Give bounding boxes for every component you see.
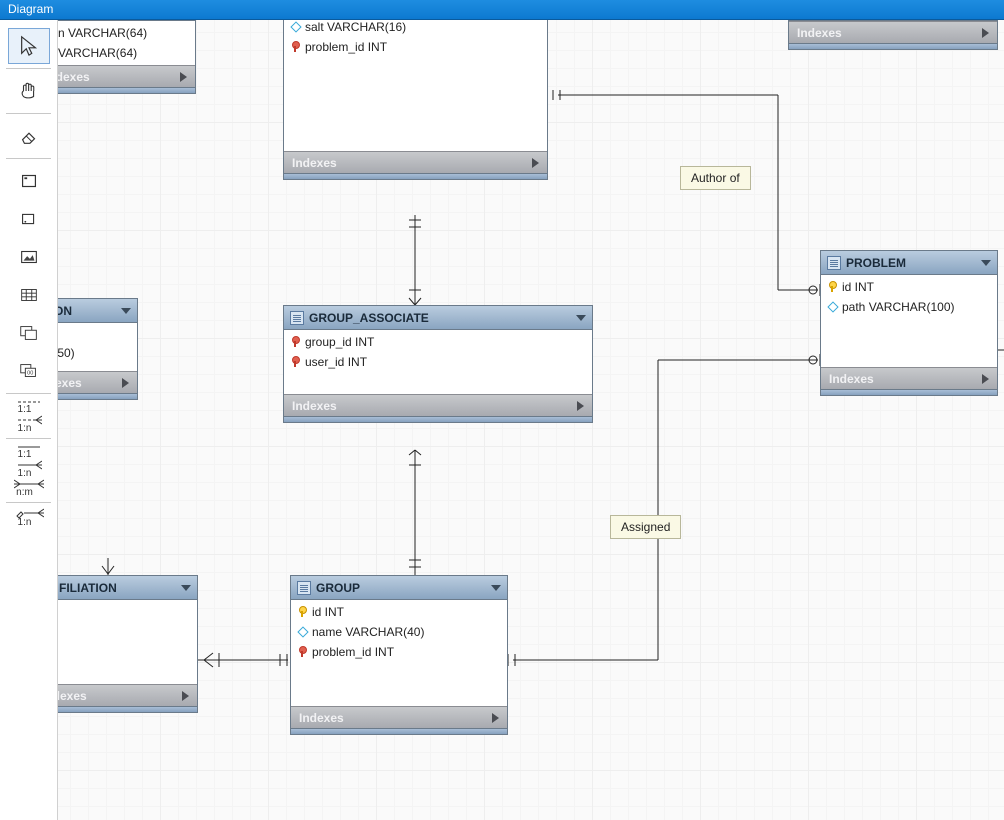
column-row: problem_id INT — [284, 37, 547, 57]
indexes-section[interactable]: Indexes — [284, 394, 592, 416]
tool-palette: 00 1:1 1:n 1:1 1:n n:m 1:n — [0, 20, 58, 820]
table-icon — [297, 581, 311, 595]
column-row: id INT — [291, 602, 507, 622]
indexes-section[interactable]: Indexes — [58, 371, 137, 393]
expand-icon — [492, 713, 499, 723]
table-icon — [827, 256, 841, 270]
relation-label-author[interactable]: Author of — [680, 166, 751, 190]
diagram-header: Diagram — [0, 0, 1004, 20]
rel-1n-dashed[interactable]: 1:n — [0, 415, 57, 434]
column-row: user_id INT — [284, 352, 592, 372]
indexes-section[interactable]: Indexes — [789, 21, 997, 43]
diagram-title: Diagram — [8, 2, 53, 16]
table-on-fragment[interactable]: ON .(50) Indexes — [58, 298, 138, 400]
chevron-down-icon — [181, 585, 191, 591]
diagram-canvas[interactable]: Indexes n VARCHAR(64) VARCHAR(64) Indexe… — [58, 20, 1004, 820]
rel-1n-solid[interactable]: 1:n — [0, 460, 57, 479]
hand-tool[interactable] — [8, 73, 50, 109]
table-group-associate[interactable]: GROUP_ASSOCIATE group_id INT user_id INT… — [283, 305, 593, 423]
column-row: id INT — [821, 277, 997, 297]
table-icon — [290, 311, 304, 325]
routine-tool[interactable]: 00 — [8, 353, 50, 389]
column-row: name VARCHAR(40) — [291, 622, 507, 642]
table-problem[interactable]: PROBLEM id INT path VARCHAR(100) Indexes — [820, 250, 998, 396]
chevron-down-icon — [121, 308, 131, 314]
column-row: problem_id INT — [291, 642, 507, 662]
table-usercred-fragment[interactable]: salt VARCHAR(16) problem_id INT Indexes — [283, 20, 548, 180]
table-group[interactable]: GROUP id INT name VARCHAR(40) problem_id… — [290, 575, 508, 735]
column-row: .(50) — [58, 343, 137, 363]
chevron-down-icon — [491, 585, 501, 591]
rel-nm[interactable]: n:m — [0, 479, 57, 498]
column-row: group_id INT — [284, 332, 592, 352]
svg-text:00: 00 — [27, 371, 33, 377]
indexes-section[interactable]: Indexes — [284, 151, 547, 173]
expand-icon — [532, 158, 539, 168]
eraser-tool[interactable] — [8, 118, 50, 154]
relation-label-assigned[interactable]: Assigned — [610, 515, 681, 539]
table-tool[interactable] — [8, 277, 50, 313]
chevron-down-icon — [981, 260, 991, 266]
note-tool[interactable] — [8, 201, 50, 237]
chevron-down-icon — [576, 315, 586, 321]
expand-icon — [982, 28, 989, 38]
table-user-fragment[interactable]: n VARCHAR(64) VARCHAR(64) Indexes — [58, 20, 196, 94]
indexes-section[interactable]: Indexes — [58, 684, 197, 706]
expand-icon — [182, 691, 189, 701]
table-filiation[interactable]: FILIATION Indexes — [58, 575, 198, 713]
indexes-section[interactable]: Indexes — [291, 706, 507, 728]
rel-11-solid[interactable]: 1:1 — [0, 443, 57, 460]
indexes-section[interactable]: Indexes — [58, 65, 195, 87]
expand-icon — [577, 401, 584, 411]
view-tool[interactable] — [8, 315, 50, 351]
layer-tool[interactable] — [8, 163, 50, 199]
image-tool[interactable] — [8, 239, 50, 275]
indexes-section[interactable]: Indexes — [821, 367, 997, 389]
column-row: n VARCHAR(64) — [58, 23, 195, 43]
column-row: VARCHAR(64) — [58, 43, 195, 63]
cursor-tool[interactable] — [8, 28, 50, 64]
column-row: salt VARCHAR(16) — [284, 20, 547, 37]
expand-icon — [122, 378, 129, 388]
rel-11-dashed[interactable]: 1:1 — [0, 398, 57, 415]
expand-icon — [982, 374, 989, 384]
table-fragment-top[interactable]: Indexes — [788, 20, 998, 50]
column-row: path VARCHAR(100) — [821, 297, 997, 317]
rel-1n-edit[interactable]: 1:n — [0, 507, 57, 528]
expand-icon — [180, 72, 187, 82]
